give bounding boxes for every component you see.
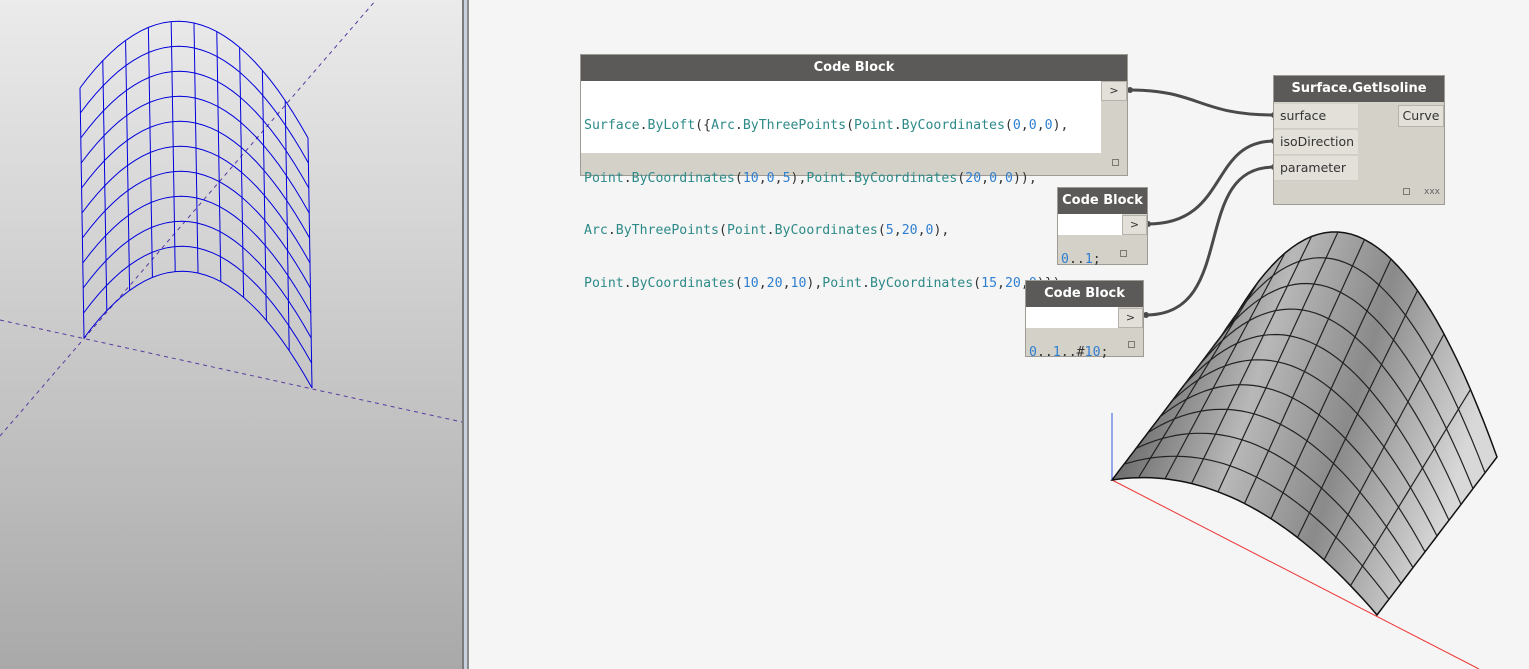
grid-axis-line — [0, 0, 377, 437]
surface-preview — [1110, 231, 1498, 669]
graph-canvas[interactable]: Code Block Surface.ByLoft({Arc.ByThreePo… — [469, 0, 1529, 669]
wireframe-preview — [0, 0, 462, 437]
surface-shape — [1110, 231, 1498, 617]
isoline-wireframe — [79, 20, 313, 389]
background-3d-preview[interactable] — [0, 0, 462, 669]
view-splitter[interactable] — [462, 0, 469, 669]
isoline-curve — [83, 270, 313, 389]
grid-axis-line — [0, 319, 462, 423]
